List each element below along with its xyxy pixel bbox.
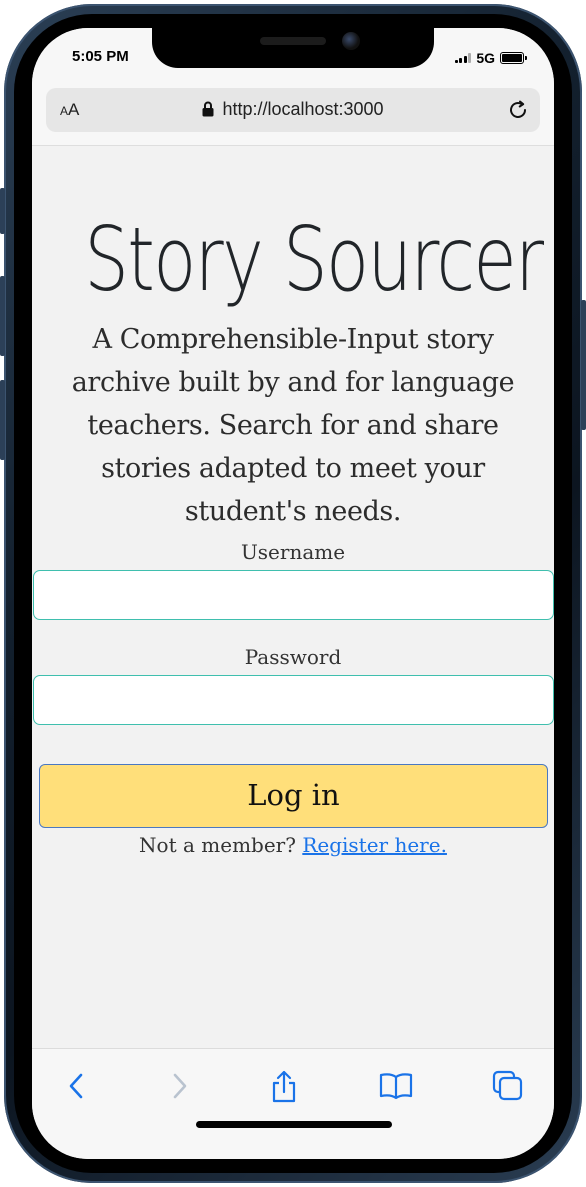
page-title: Story Sourcer — [84, 208, 544, 311]
register-prompt: Not a member? — [139, 833, 296, 857]
speaker — [260, 37, 326, 45]
forward-icon[interactable] — [166, 1070, 192, 1102]
battery-icon — [500, 52, 527, 64]
lock-icon — [202, 101, 214, 117]
back-icon[interactable] — [64, 1070, 90, 1102]
password-input[interactable] — [33, 675, 554, 725]
power-button — [581, 300, 586, 430]
reload-icon[interactable] — [506, 98, 530, 122]
home-indicator — [196, 1121, 392, 1128]
register-link[interactable]: Register here. — [302, 833, 447, 857]
register-prompt-line: Not a member? Register here. — [32, 833, 554, 857]
action-button — [0, 188, 5, 234]
front-camera — [342, 32, 360, 50]
address-bar[interactable]: AA http://localhost:3000 — [46, 88, 540, 132]
url-text: http://localhost:3000 — [222, 99, 384, 119]
login-button[interactable]: Log in — [39, 764, 548, 828]
screen: 5:05 PM 5G AA http://localhost:3000 Stor… — [32, 28, 554, 1159]
password-label: Password — [244, 645, 342, 669]
tabs-icon[interactable] — [492, 1070, 524, 1102]
notch — [152, 28, 434, 68]
browser-toolbar — [32, 1048, 554, 1159]
signal-icon — [454, 53, 472, 63]
bookmarks-icon[interactable] — [378, 1070, 414, 1102]
username-input[interactable] — [33, 570, 554, 620]
share-icon[interactable] — [270, 1070, 298, 1104]
browser-top-bar: 5:05 PM 5G AA http://localhost:3000 — [32, 28, 554, 146]
status-time: 5:05 PM — [72, 48, 129, 65]
page-tagline: A Comprehensible-Input story archive bui… — [71, 324, 515, 527]
status-indicators: 5G — [454, 50, 527, 66]
network-label: 5G — [476, 50, 495, 66]
volume-up-button — [0, 276, 5, 356]
volume-down-button — [0, 380, 5, 460]
username-label: Username — [240, 540, 346, 564]
url-display[interactable]: http://localhost:3000 — [46, 99, 540, 120]
